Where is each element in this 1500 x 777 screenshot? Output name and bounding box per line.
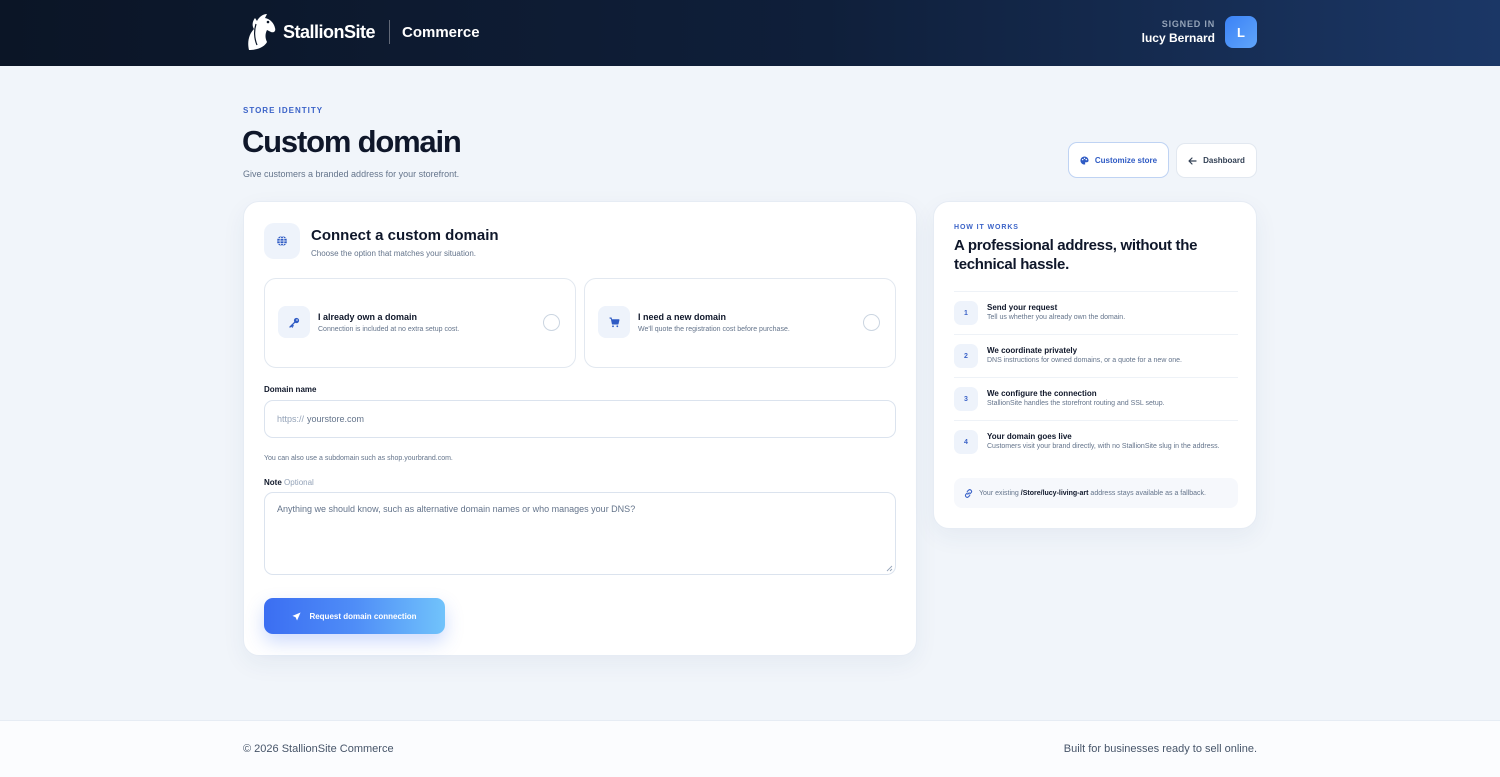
arrow-left-icon xyxy=(1188,156,1197,165)
option-radio[interactable] xyxy=(543,314,560,331)
fallback-text: Your existing /Store/lucy-living-art add… xyxy=(979,490,1206,497)
connect-domain-card: Connect a custom domain Choose the optio… xyxy=(243,201,917,656)
signed-in-label: SIGNED IN xyxy=(1161,19,1215,29)
request-connection-button[interactable]: Request domain connection xyxy=(264,598,445,634)
brand[interactable]: StallionSite Commerce xyxy=(243,12,480,52)
user-menu[interactable]: SIGNED IN lucy Bernard L xyxy=(1142,16,1257,48)
option-description: We'll quote the registration cost before… xyxy=(638,326,790,333)
cart-icon xyxy=(609,317,619,327)
domain-name-label: Domain name xyxy=(264,385,317,394)
dashboard-label: Dashboard xyxy=(1203,156,1245,165)
footer-tagline: Built for businesses ready to sell onlin… xyxy=(1063,743,1257,755)
how-it-works-card: HOW IT WORKS A professional address, wit… xyxy=(933,201,1257,529)
step-item: 4 Your domain goes live Customers visit … xyxy=(954,420,1238,463)
request-connection-label: Request domain connection xyxy=(309,611,417,621)
step-title: We coordinate privately xyxy=(987,346,1078,355)
option-own-domain[interactable]: I already own a domain Connection is inc… xyxy=(264,278,576,368)
step-description: Tell us whether you already own the doma… xyxy=(987,314,1126,321)
domain-placeholder: yourstore.com xyxy=(307,414,365,424)
product-name: Commerce xyxy=(402,23,480,41)
step-number: 1 xyxy=(954,301,978,325)
option-radio[interactable] xyxy=(863,314,880,331)
fallback-pre: Your existing xyxy=(979,489,1019,497)
optional-label: Optional xyxy=(284,478,314,487)
option-icon-box xyxy=(278,306,310,338)
note-placeholder: Anything we should know, such as alterna… xyxy=(277,504,636,514)
note-label: Note Optional xyxy=(264,478,314,487)
page-subtitle: Give customers a branded address for you… xyxy=(243,169,460,179)
domain-input[interactable]: https:// yourstore.com xyxy=(264,400,896,438)
step-description: DNS instructions for owned domains, or a… xyxy=(987,357,1182,364)
option-icon-box xyxy=(598,306,630,338)
globe-icon xyxy=(277,235,287,247)
resize-handle-icon[interactable] xyxy=(885,564,893,572)
note-label-text: Note xyxy=(264,478,282,487)
fallback-path: /Store/lucy-living-art xyxy=(1020,489,1089,497)
user-info: SIGNED IN lucy Bernard xyxy=(1142,19,1215,45)
how-eyebrow: HOW IT WORKS xyxy=(954,224,1019,231)
dashboard-button[interactable]: Dashboard xyxy=(1176,143,1257,178)
page-title: Custom domain xyxy=(242,124,462,159)
option-description: Connection is included at no extra setup… xyxy=(318,326,460,333)
step-number: 3 xyxy=(954,387,978,411)
note-textarea[interactable]: Anything we should know, such as alterna… xyxy=(264,492,896,575)
stallion-logo-icon xyxy=(248,14,276,50)
user-name: lucy Bernard xyxy=(1141,31,1215,45)
key-icon xyxy=(288,317,299,328)
link-icon xyxy=(964,488,973,498)
customize-store-button[interactable]: Customize store xyxy=(1068,142,1169,178)
step-item: 3 We configure the connection StallionSi… xyxy=(954,377,1238,420)
option-title: I need a new domain xyxy=(638,312,727,322)
brand-divider xyxy=(389,20,391,44)
palette-icon xyxy=(1080,155,1089,165)
footer: © 2026 StallionSite Commerce Built for b… xyxy=(0,720,1500,777)
how-title: A professional address, without the tech… xyxy=(954,237,1198,273)
step-title: We configure the connection xyxy=(987,389,1097,398)
step-description: Customers visit your brand directly, wit… xyxy=(987,443,1220,450)
step-title: Send your request xyxy=(987,303,1058,312)
steps-list: 1 Send your request Tell us whether you … xyxy=(954,291,1238,463)
step-title: Your domain goes live xyxy=(987,432,1072,441)
send-icon xyxy=(292,611,301,621)
customize-store-label: Customize store xyxy=(1094,155,1158,165)
avatar[interactable]: L xyxy=(1225,16,1257,48)
option-new-domain[interactable]: I need a new domain We'll quote the regi… xyxy=(584,278,896,368)
domain-hint: You can also use a subdomain such as sho… xyxy=(264,455,453,462)
step-number: 2 xyxy=(954,344,978,368)
top-bar: StallionSite Commerce SIGNED IN lucy Ber… xyxy=(0,0,1500,66)
page-eyebrow: STORE IDENTITY xyxy=(243,106,324,115)
brand-name: StallionSite xyxy=(283,21,376,42)
fallback-post: address stays available as a fallback. xyxy=(1090,489,1206,497)
step-description: StallionSite handles the storefront rout… xyxy=(987,400,1165,407)
fallback-note: Your existing /Store/lucy-living-art add… xyxy=(954,478,1238,508)
domain-prefix: https:// xyxy=(277,414,305,424)
card-title: Connect a custom domain xyxy=(311,227,499,244)
step-item: 1 Send your request Tell us whether you … xyxy=(954,291,1238,334)
card-subtitle: Choose the option that matches your situ… xyxy=(311,249,476,258)
step-number: 4 xyxy=(954,430,978,454)
footer-copyright: © 2026 StallionSite Commerce xyxy=(243,743,394,755)
option-title: I already own a domain xyxy=(318,312,418,322)
globe-icon-box xyxy=(264,223,300,259)
step-item: 2 We coordinate privately DNS instructio… xyxy=(954,334,1238,377)
